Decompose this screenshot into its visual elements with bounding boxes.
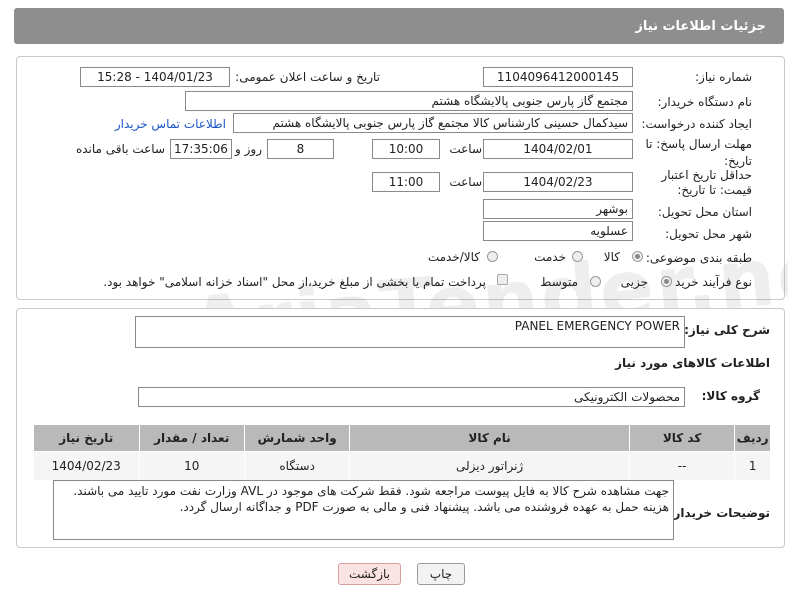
validity-time-label: ساعت <box>449 175 482 189</box>
creator-field[interactable]: سیدکمال حسینی کارشناس کالا مجتمع گاز پار… <box>233 113 633 133</box>
cell-row-number: 1 <box>734 451 771 481</box>
process-option-minor: جزیی <box>620 275 648 289</box>
category-option-both: کالا/خدمت <box>427 250 480 264</box>
category-radio-both[interactable] <box>487 251 498 262</box>
page-header: جزئیات اطلاعات نیاز <box>14 8 784 44</box>
deadline-time-field[interactable]: 10:00 <box>372 139 440 159</box>
items-table: ردیف کد کالا نام کالا واحد شمارش تعداد /… <box>33 424 771 481</box>
validity-time-field[interactable]: 11:00 <box>372 172 440 192</box>
back-button[interactable]: بازگشت <box>338 563 401 585</box>
goods-group-label: گروه کالا: <box>701 389 760 403</box>
announce-label: تاریخ و ساعت اعلان عمومی: <box>235 70 380 84</box>
treasury-payment-note: پرداخت تمام یا بخشی از مبلغ خرید،از محل … <box>103 275 486 289</box>
general-desc-label: شرح کلی نیاز: <box>684 323 770 337</box>
table-row[interactable]: 1 -- ژنراتور دیزلی دستگاه 10 1404/02/23 <box>33 451 771 481</box>
col-quantity: تعداد / مقدار <box>138 424 245 452</box>
deadline-label: مهلت ارسال پاسخ: تا تاریخ: <box>645 137 752 168</box>
city-label: شهر محل تحویل: <box>665 227 752 241</box>
col-item-code: کد کالا <box>628 424 736 452</box>
process-radio-minor[interactable] <box>661 276 672 287</box>
general-desc-text: PANEL EMERGENCY POWER <box>514 319 680 333</box>
buyer-notes-text: جهت مشاهده شرح کالا به فایل پیوست مراجعه… <box>73 484 669 514</box>
items-info-title: اطلاعات کالاهای مورد نیاز <box>615 356 770 370</box>
cell-item-name: ژنراتور دیزلی <box>349 451 630 481</box>
process-label: نوع فرآیند خرید : <box>667 275 752 289</box>
cell-unit: دستگاه <box>243 451 351 481</box>
validity-date-field[interactable]: 1404/02/23 <box>483 172 633 192</box>
buyer-notes-field[interactable]: جهت مشاهده شرح کالا به فایل پیوست مراجعه… <box>53 480 674 540</box>
city-field[interactable]: عسلویه <box>483 221 633 241</box>
col-row-number: ردیف <box>734 424 771 452</box>
days-label: روز و <box>235 142 262 156</box>
process-radio-medium[interactable] <box>590 276 601 287</box>
buyer-org-label: نام دستگاه خریدار: <box>657 95 753 109</box>
print-button[interactable]: چاپ <box>417 563 465 585</box>
goods-group-field[interactable]: محصولات الکترونیکی <box>138 387 685 407</box>
time-remaining-label: ساعت باقی مانده <box>75 142 165 156</box>
deadline-date-field[interactable]: 1404/02/01 <box>483 139 633 159</box>
creator-label: ایجاد کننده درخواست: <box>641 117 752 131</box>
category-radio-goods[interactable] <box>632 251 643 262</box>
province-field[interactable]: بوشهر <box>483 199 633 219</box>
announce-datetime-field[interactable]: 1404/01/23 - 15:28 <box>80 67 230 87</box>
validity-label: حداقل تاریخ اعتبار قیمت: تا تاریخ: <box>661 168 752 197</box>
days-remaining-field[interactable]: 8 <box>267 139 334 159</box>
province-label: استان محل تحویل: <box>657 205 752 219</box>
general-desc-field[interactable]: PANEL EMERGENCY POWER <box>135 316 685 348</box>
category-option-goods: کالا <box>603 250 620 264</box>
need-number-label: شماره نیاز: <box>695 70 752 84</box>
treasury-payment-checkbox[interactable] <box>497 274 508 285</box>
process-option-medium: متوسط <box>540 275 578 289</box>
buyer-notes-label: توضیحات خریدار: <box>668 506 770 520</box>
category-radio-service[interactable] <box>572 251 583 262</box>
buyer-org-field[interactable]: مجتمع گاز پارس جنوبی پالایشگاه هشتم <box>185 91 633 111</box>
cell-need-date: 1404/02/23 <box>33 451 140 481</box>
col-item-name: نام کالا <box>349 424 630 452</box>
page-title: جزئیات اطلاعات نیاز <box>635 19 766 34</box>
cell-quantity: 10 <box>138 451 245 481</box>
col-need-date: تاریخ نیاز <box>33 424 140 452</box>
buyer-contact-link[interactable]: اطلاعات تماس خریدار <box>115 117 226 131</box>
need-number-field[interactable]: 1104096412000145 <box>483 67 633 87</box>
cell-item-code: -- <box>628 451 736 481</box>
time-remaining-field[interactable]: 17:35:06 <box>170 139 232 159</box>
deadline-time-label: ساعت <box>449 142 482 156</box>
category-option-service: خدمت <box>534 250 566 264</box>
items-table-header: ردیف کد کالا نام کالا واحد شمارش تعداد /… <box>33 424 771 452</box>
col-unit: واحد شمارش <box>243 424 351 452</box>
category-label: طبقه بندی موضوعی: <box>645 251 752 265</box>
